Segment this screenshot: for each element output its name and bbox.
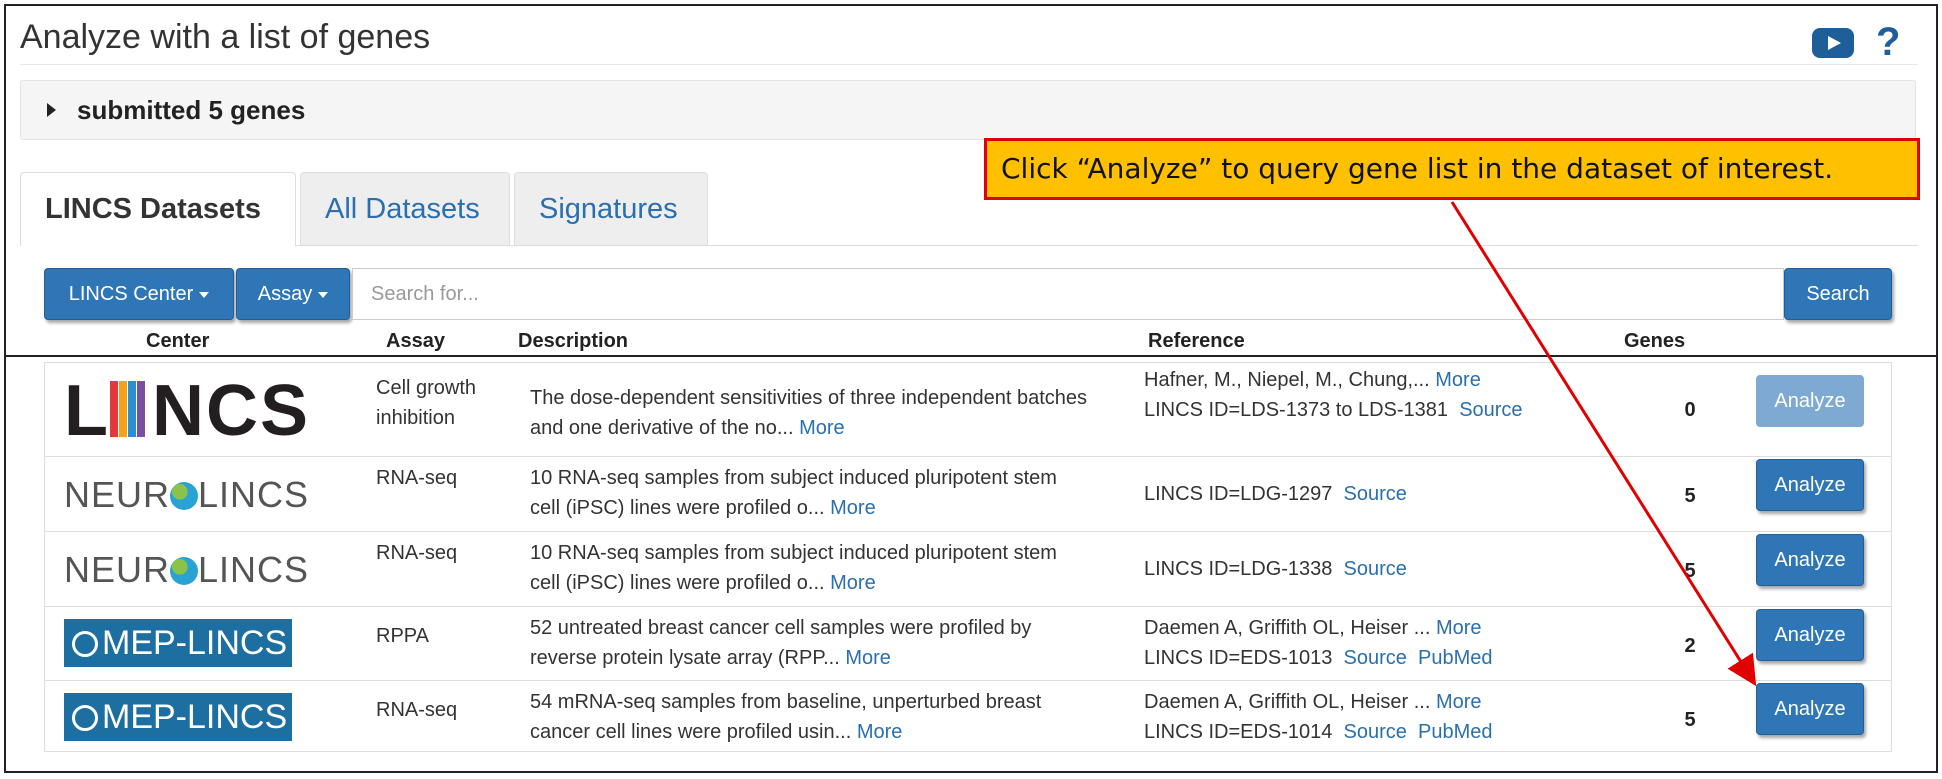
analyze-button[interactable]: Analyze xyxy=(1756,375,1864,427)
table-row: NEUR LINCS RNA-seq 10 RNA-seq samples fro… xyxy=(44,531,1892,606)
description-cell: 52 untreated breast cancer cell samples … xyxy=(530,617,1032,669)
analyze-button[interactable]: Analyze xyxy=(1756,609,1864,661)
search-input[interactable] xyxy=(352,268,1784,320)
neurolincs-logo: NEUR LINCS xyxy=(64,474,310,515)
reference-cell: Daemen A, Griffith OL, Heiser ... More L… xyxy=(1144,691,1493,743)
table-row: NEUR LINCS RNA-seq 10 RNA-seq samples fro… xyxy=(44,456,1892,531)
description-cell: 54 mRNA-seq samples from baseline, unper… xyxy=(530,691,1042,743)
source-link[interactable]: Source xyxy=(1344,558,1407,580)
source-link[interactable]: Source xyxy=(1344,721,1407,743)
assay-cell: RNA-seq xyxy=(376,467,458,489)
lincs-bars-icon xyxy=(109,381,152,437)
more-link[interactable]: More xyxy=(845,647,891,669)
tab-lincs-datasets[interactable]: LINCS Datasets xyxy=(20,172,296,246)
assay-cell: RPPA xyxy=(376,625,429,647)
chevron-down-icon xyxy=(318,291,329,298)
genes-count: 0 xyxy=(1684,399,1696,421)
genes-count: 5 xyxy=(1684,709,1696,731)
caret-right-icon xyxy=(47,103,56,117)
more-link[interactable]: More xyxy=(830,572,876,594)
tab-all-datasets[interactable]: All Datasets xyxy=(300,172,510,246)
column-header-description: Description xyxy=(518,330,629,352)
mep-emblem-icon xyxy=(72,705,98,731)
question-mark-icon[interactable]: ? xyxy=(1876,20,1900,65)
more-link[interactable]: More xyxy=(830,497,876,519)
more-link[interactable]: More xyxy=(1436,691,1482,713)
reference-cell: Hafner, M., Niepel, M., Chung,... More L… xyxy=(1144,369,1523,421)
mep-lincs-logo: MEP-LINCS xyxy=(64,693,292,741)
assay-cell: RNA-seq xyxy=(376,542,458,564)
globe-icon xyxy=(170,557,199,585)
search-button[interactable]: Search xyxy=(1784,268,1892,320)
lincs-center-dropdown[interactable]: LINCS Center xyxy=(44,268,234,320)
chevron-down-icon xyxy=(199,291,210,298)
neurolincs-logo: NEUR LINCS xyxy=(64,549,310,590)
more-link[interactable]: More xyxy=(1435,369,1481,391)
genes-count: 2 xyxy=(1684,635,1696,657)
analyze-button[interactable]: Analyze xyxy=(1756,459,1864,511)
reference-cell: LINCS ID=LDG-1297 Source xyxy=(1144,483,1407,505)
more-link[interactable]: More xyxy=(1436,617,1482,639)
genes-count: 5 xyxy=(1684,485,1696,507)
column-header-reference: Reference xyxy=(1148,330,1245,352)
page-title: Analyze with a list of genes xyxy=(20,18,431,56)
source-link[interactable]: Source xyxy=(1344,483,1407,505)
mep-emblem-icon xyxy=(72,631,98,657)
column-header-assay: Assay xyxy=(386,330,445,352)
column-header-center: Center xyxy=(146,330,210,352)
assay-cell: Cell growth inhibition xyxy=(376,377,477,429)
tab-signatures[interactable]: Signatures xyxy=(514,172,708,246)
more-link[interactable]: More xyxy=(799,417,845,439)
youtube-play-icon[interactable] xyxy=(1812,28,1854,58)
table-row: L NCS Cell growth inhibition The dose-dep… xyxy=(44,362,1892,456)
assay-cell: RNA-seq xyxy=(376,699,458,721)
lincs-logo: L NCS xyxy=(64,371,310,451)
source-link[interactable]: Source xyxy=(1459,399,1522,421)
lincs-center-label: LINCS Center xyxy=(68,283,194,305)
mep-lincs-logo: MEP-LINCS xyxy=(64,619,292,667)
description-cell: 10 RNA-seq samples from subject induced … xyxy=(530,542,1057,594)
description-cell: The dose-dependent sensitivities of thre… xyxy=(530,387,1088,439)
analyze-button[interactable]: Analyze xyxy=(1756,683,1864,735)
source-link[interactable]: Source xyxy=(1344,647,1407,669)
annotation-callout: Click “Analyze” to query gene list in th… xyxy=(984,138,1920,200)
more-link[interactable]: More xyxy=(857,721,903,743)
assay-dropdown[interactable]: Assay xyxy=(236,268,350,320)
analyze-button[interactable]: Analyze xyxy=(1756,534,1864,586)
table-row: MEP-LINCS RNA-seq 54 mRNA-seq samples fr… xyxy=(44,680,1892,752)
submitted-genes-label: submitted 5 genes xyxy=(77,95,306,125)
genes-count: 5 xyxy=(1684,560,1696,582)
tab-divider xyxy=(20,245,1918,246)
title-divider xyxy=(20,64,1918,65)
table-row: MEP-LINCS RPPA 52 untreated breast cance… xyxy=(44,606,1892,680)
assay-label: Assay xyxy=(257,283,313,305)
pubmed-link[interactable]: PubMed xyxy=(1418,721,1493,743)
header-divider xyxy=(4,355,1938,357)
reference-cell: Daemen A, Griffith OL, Heiser ... More L… xyxy=(1144,617,1493,669)
column-header-genes: Genes xyxy=(1624,330,1686,352)
reference-cell: LINCS ID=LDG-1338 Source xyxy=(1144,558,1407,580)
submitted-genes-panel[interactable]: submitted 5 genes xyxy=(20,80,1916,140)
pubmed-link[interactable]: PubMed xyxy=(1418,647,1493,669)
description-cell: 10 RNA-seq samples from subject induced … xyxy=(530,467,1057,519)
globe-icon xyxy=(170,482,199,510)
